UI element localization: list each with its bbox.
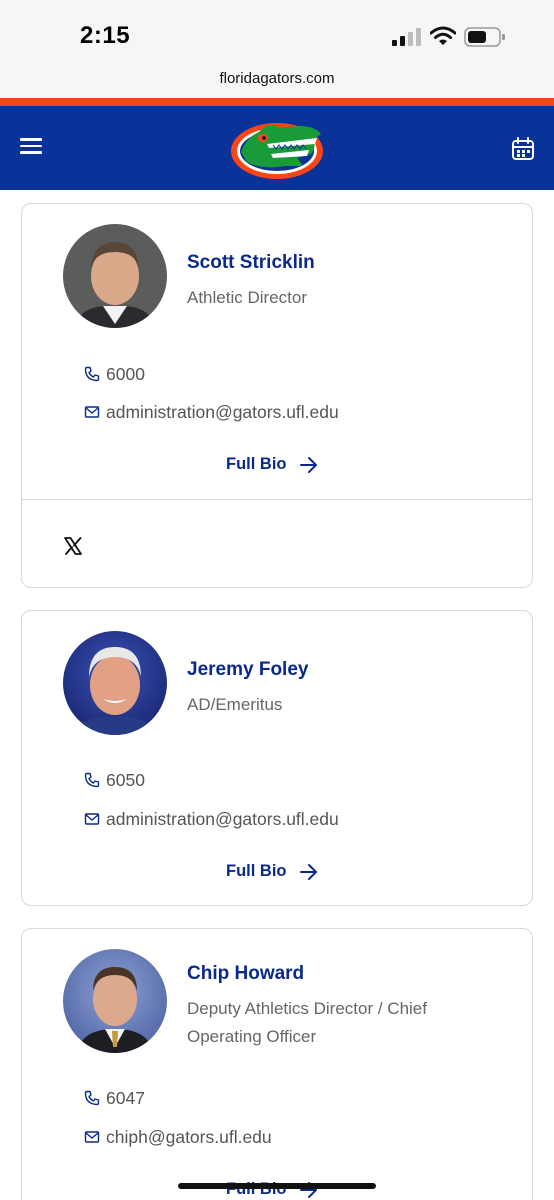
- phone-link[interactable]: 6047: [84, 1086, 145, 1110]
- battery-icon: [464, 27, 505, 47]
- phone-icon: [84, 772, 100, 788]
- phone-icon: [84, 366, 100, 382]
- staff-card: Chip Howard Deputy Athletics Director / …: [21, 928, 533, 1200]
- mail-icon: [84, 813, 100, 825]
- staff-card: Jeremy Foley AD/Emeritus 6050 administra…: [21, 610, 533, 906]
- site-header: [0, 106, 554, 190]
- staff-name[interactable]: Chip Howard: [187, 963, 304, 985]
- full-bio-label: Full Bio: [226, 862, 287, 880]
- staff-photo: [63, 949, 167, 1053]
- full-bio-link[interactable]: Full Bio: [226, 862, 319, 881]
- gator-head-logo[interactable]: [229, 114, 325, 182]
- staff-card: Scott Stricklin Athletic Director 6000 a…: [21, 203, 533, 588]
- phone-link[interactable]: 6000: [84, 362, 145, 386]
- status-bar: 2:15: [0, 0, 554, 64]
- email-address: administration@gators.ufl.edu: [106, 808, 339, 829]
- staff-name[interactable]: Scott Stricklin: [187, 252, 315, 274]
- mail-icon: [84, 1131, 100, 1143]
- email-link[interactable]: administration@gators.ufl.edu: [84, 807, 339, 831]
- staff-title: Athletic Director: [187, 288, 307, 307]
- home-indicator[interactable]: [178, 1183, 376, 1189]
- mail-icon: [84, 406, 100, 418]
- phone-number: 6000: [106, 363, 145, 384]
- full-bio-label: Full Bio: [226, 455, 287, 473]
- cellular-signal-icon: [392, 28, 421, 46]
- email-link[interactable]: administration@gators.ufl.edu: [84, 400, 339, 424]
- calendar-icon[interactable]: [510, 136, 536, 162]
- arrow-right-icon: [299, 456, 317, 473]
- email-address: administration@gators.ufl.edu: [106, 401, 339, 422]
- header-accent-stripe: [0, 98, 554, 106]
- x-icon[interactable]: [63, 536, 83, 556]
- email-link[interactable]: chiph@gators.ufl.edu: [84, 1125, 272, 1149]
- staff-title: AD/Emeritus: [187, 695, 283, 714]
- hamburger-menu-icon[interactable]: [18, 134, 44, 160]
- staff-photo: [63, 224, 167, 328]
- email-address: chiph@gators.ufl.edu: [106, 1126, 272, 1147]
- arrow-right-icon: [299, 863, 317, 880]
- phone-number: 6047: [106, 1087, 145, 1108]
- full-bio-link[interactable]: Full Bio: [226, 455, 319, 474]
- staff-photo: [63, 631, 167, 735]
- phone-icon: [84, 1090, 100, 1106]
- status-time: 2:15: [80, 22, 131, 49]
- phone-number: 6050: [106, 769, 145, 790]
- staff-title: Deputy Athletics Director / Chief Operat…: [187, 999, 427, 1046]
- phone-link[interactable]: 6050: [84, 768, 145, 792]
- wifi-icon: [430, 26, 456, 45]
- browser-url-bar[interactable]: floridagators.com: [0, 64, 554, 98]
- card-divider: [22, 499, 532, 500]
- url-text: floridagators.com: [219, 70, 335, 87]
- staff-name[interactable]: Jeremy Foley: [187, 659, 308, 681]
